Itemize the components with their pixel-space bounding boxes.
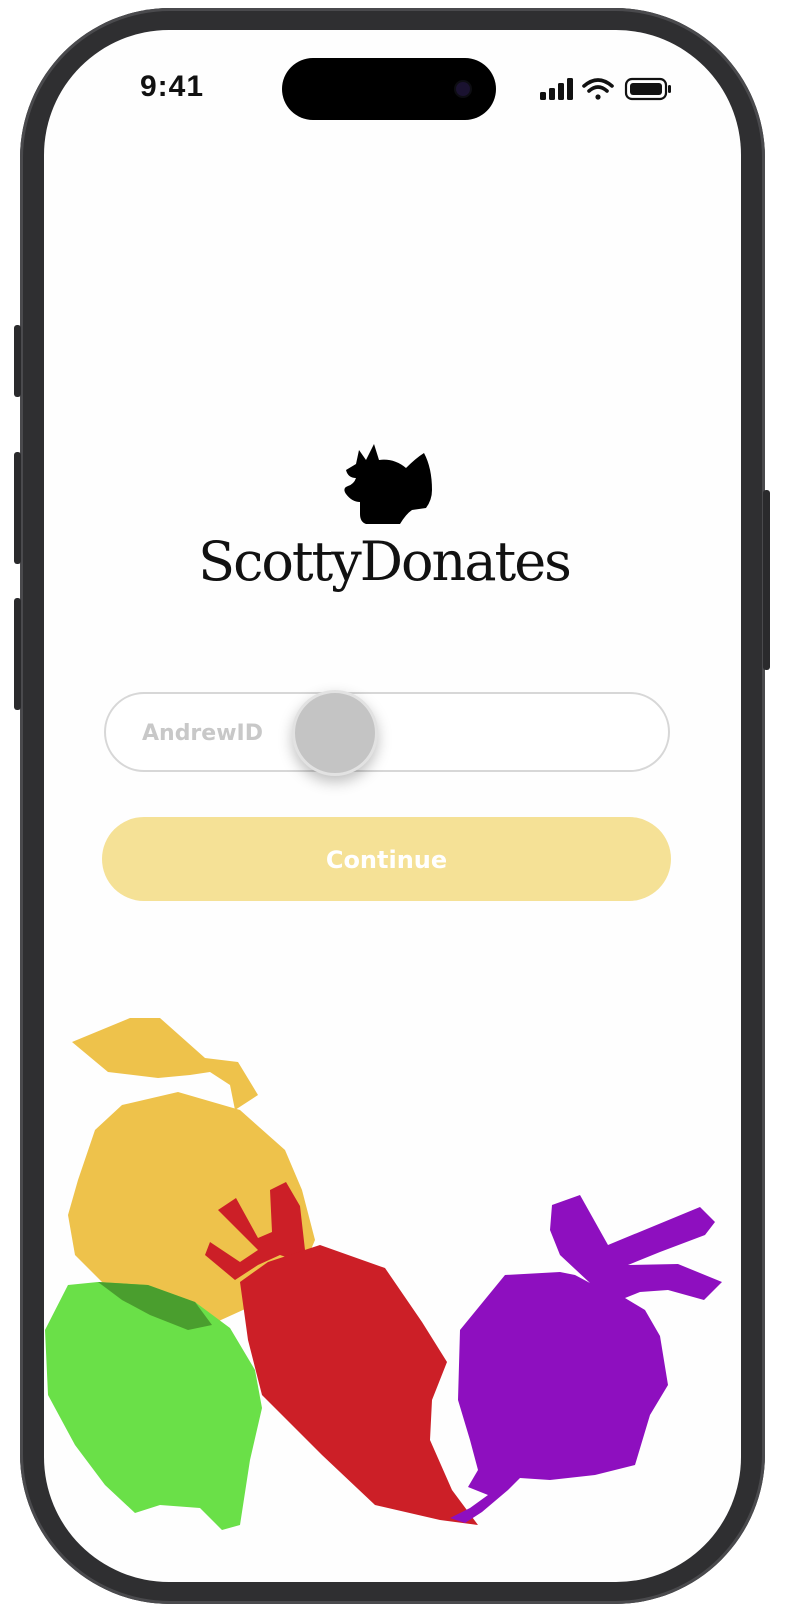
purple-turnip-illustration (450, 1195, 722, 1523)
brand-name: ScottyDonates (198, 530, 572, 593)
touch-indicator (292, 690, 378, 776)
andrewid-field[interactable] (104, 692, 670, 772)
front-camera (456, 82, 470, 96)
power-button (763, 490, 770, 670)
dynamic-island (282, 58, 496, 120)
continue-button[interactable]: Continue (102, 817, 671, 901)
battery-icon (624, 77, 671, 101)
wifi-icon (582, 78, 614, 100)
volume-down-button (14, 598, 21, 710)
volume-up-button (14, 452, 21, 564)
app-screen: 9:41 ScottyDonates Continue (44, 30, 741, 1582)
red-beet-illustration (205, 1182, 478, 1525)
vegetable-illustration (45, 1018, 722, 1530)
cellular-signal-icon (540, 78, 573, 100)
action-button (14, 325, 21, 397)
status-time: 9:41 (140, 70, 205, 103)
scottie-dog-icon (344, 444, 432, 524)
status-icons (540, 77, 671, 101)
green-vegetable-illustration (45, 1282, 262, 1530)
andrewid-input[interactable] (140, 694, 624, 772)
yellow-onion-illustration (68, 1018, 315, 1325)
